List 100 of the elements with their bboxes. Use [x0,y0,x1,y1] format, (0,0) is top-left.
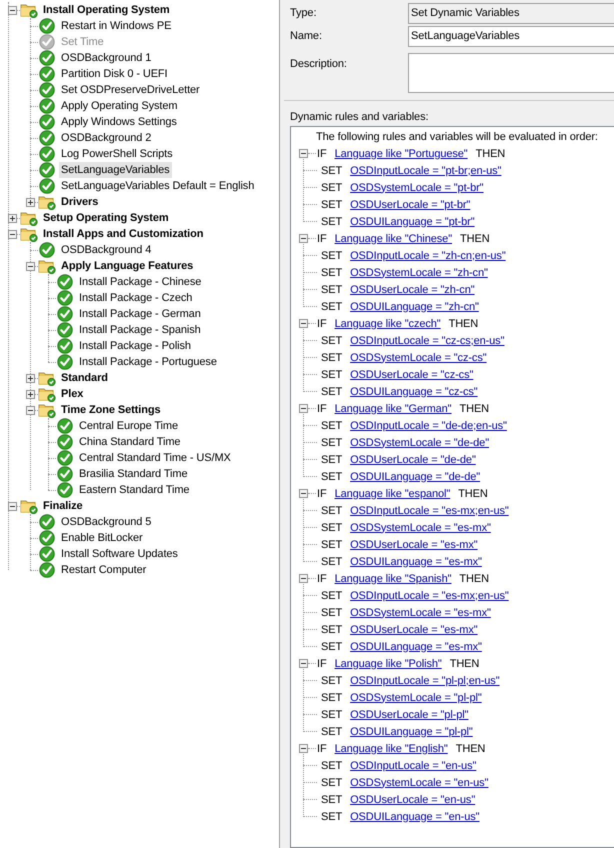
collapse-toggle-icon[interactable] [26,262,34,270]
group-label[interactable]: Drivers [59,194,100,210]
variable-link[interactable]: OSDUILanguage = "de-de" [350,470,480,482]
variable-link[interactable]: OSDSystemLocale = "de-de" [350,436,489,448]
condition-link[interactable]: Language like "Chinese" [334,232,452,244]
variable-link[interactable]: OSDUserLocale = "pt-br" [350,198,470,210]
collapse-toggle-icon[interactable] [299,659,308,668]
variable-link[interactable]: OSDUILanguage = "es-mx" [350,556,482,568]
condition-link[interactable]: Language like "English" [334,742,448,754]
group-label[interactable]: Time Zone Settings [59,402,162,418]
variable-link[interactable]: OSDUserLocale = "en-us" [350,794,476,806]
variable-link[interactable]: OSDSystemLocale = "pt-br" [350,182,484,194]
folder-check-icon [38,370,56,386]
expand-toggle-icon[interactable] [26,390,34,398]
set-keyword: SET [321,810,342,822]
variable-link[interactable]: OSDSystemLocale = "es-mx" [350,522,491,534]
step-label[interactable]: Apply Operating System [59,98,180,114]
variable-link[interactable]: OSDInputLocale = "pt-br;en-us" [350,164,502,176]
step-label[interactable]: OSDBackground 5 [59,514,154,530]
set-keyword: SET [321,692,342,704]
step-label[interactable]: Install Package - German [77,306,203,322]
set-keyword: SET [321,182,342,194]
expand-toggle-icon[interactable] [26,198,34,206]
variable-link[interactable]: OSDSystemLocale = "en-us" [350,776,488,788]
collapse-toggle-icon[interactable] [299,319,308,328]
step-label[interactable]: Install Package - Polish [77,338,193,354]
step-label[interactable]: Log PowerShell Scripts [59,146,175,162]
step-label[interactable]: Set OSDPreserveDriveLetter [59,82,202,98]
variable-link[interactable]: OSDInputLocale = "en-us" [350,760,476,772]
step-label[interactable]: Install Package - Spanish [77,322,203,338]
step-label[interactable]: SetLanguageVariables [59,162,172,178]
variable-link[interactable]: OSDInputLocale = "es-mx;en-us" [350,504,509,516]
variable-link[interactable]: OSDInputLocale = "cz-cs;en-us" [350,334,504,346]
variable-link[interactable]: OSDInputLocale = "de-de;en-us" [350,420,507,432]
step-label[interactable]: Apply Windows Settings [59,114,179,130]
expand-toggle-icon[interactable] [8,214,16,222]
collapse-toggle-icon[interactable] [299,149,308,158]
variable-link[interactable]: OSDUILanguage = "pl-pl" [350,726,473,738]
collapse-toggle-icon[interactable] [8,230,16,238]
name-field[interactable]: SetLanguageVariables [408,26,614,47]
variable-link[interactable]: OSDUserLocale = "de-de" [350,454,476,466]
variable-link[interactable]: OSDSystemLocale = "es-mx" [350,606,491,618]
group-label[interactable]: Setup Operating System [41,210,171,226]
step-label[interactable]: OSDBackground 1 [59,50,154,66]
step-label[interactable]: Partition Disk 0 - UEFI [59,66,170,82]
variable-link[interactable]: OSDUserLocale = "cz-cs" [350,368,474,380]
collapse-toggle-icon[interactable] [299,744,308,753]
group-label[interactable]: Plex [59,386,86,402]
variable-link[interactable]: OSDInputLocale = "zh-cn;en-us" [350,250,506,262]
collapse-toggle-icon[interactable] [299,404,308,413]
step-label[interactable]: Install Software Updates [59,546,180,562]
collapse-toggle-icon[interactable] [26,406,34,414]
step-label[interactable]: China Standard Time [77,434,182,450]
variable-link[interactable]: OSDUILanguage = "cz-cs" [350,386,478,398]
variable-link[interactable]: OSDSystemLocale = "cz-cs" [350,352,487,364]
variable-link[interactable]: OSDUILanguage = "es-mx" [350,640,482,652]
step-label[interactable]: Central Standard Time - US/MX [77,450,233,466]
variable-link[interactable]: OSDUserLocale = "pl-pl" [350,708,468,720]
step-label[interactable]: Brasilia Standard Time [77,466,190,482]
variable-link[interactable]: OSDUserLocale = "zh-cn" [350,284,475,296]
variable-link[interactable]: OSDUserLocale = "es-mx" [350,624,478,636]
step-label[interactable]: Enable BitLocker [59,530,145,546]
condition-link[interactable]: Language like "German" [334,402,452,414]
condition-link[interactable]: Language like "Portuguese" [334,148,468,160]
group-label[interactable]: Install Apps and Customization [41,226,206,242]
step-label[interactable]: Install Package - Portuguese [77,354,219,370]
variable-link[interactable]: OSDUILanguage = "zh-cn" [350,300,479,312]
step-label[interactable]: Eastern Standard Time [77,482,192,498]
step-label[interactable]: Install Package - Czech [77,290,194,306]
condition-link[interactable]: Language like "espanol" [334,488,450,500]
variable-link[interactable]: OSDUserLocale = "es-mx" [350,538,478,550]
variable-link[interactable]: OSDInputLocale = "es-mx;en-us" [350,590,509,602]
expand-toggle-icon[interactable] [26,374,34,382]
variable-link[interactable]: OSDSystemLocale = "zh-cn" [350,266,488,278]
step-label[interactable]: SetLanguageVariables Default = English [59,178,256,194]
group-label[interactable]: Finalize [41,498,85,514]
step-label[interactable]: Install Package - Chinese [77,274,204,290]
condition-link[interactable]: Language like "Polish" [334,658,442,670]
collapse-toggle-icon[interactable] [299,489,308,498]
step-label[interactable]: Central Europe Time [77,418,180,434]
collapse-toggle-icon[interactable] [299,574,308,583]
step-label[interactable]: Restart in Windows PE [59,18,174,34]
step-label[interactable]: OSDBackground 2 [59,130,154,146]
variable-link[interactable]: OSDUILanguage = "pt-br" [350,216,475,228]
collapse-toggle-icon[interactable] [8,6,16,14]
collapse-toggle-icon[interactable] [8,502,16,510]
variable-link[interactable]: OSDInputLocale = "pl-pl;en-us" [350,674,500,686]
condition-link[interactable]: Language like "czech" [334,318,441,330]
step-label[interactable]: Restart Computer [59,562,148,578]
if-keyword: IF [317,488,327,500]
group-label[interactable]: Standard [59,370,110,386]
group-label[interactable]: Install Operating System [41,2,172,18]
variable-link[interactable]: OSDSystemLocale = "pl-pl" [350,692,482,704]
group-label[interactable]: Apply Language Features [59,258,196,274]
then-keyword: THEN [458,488,488,500]
description-field[interactable] [408,53,614,93]
variable-link[interactable]: OSDUILanguage = "en-us" [350,810,480,822]
collapse-toggle-icon[interactable] [299,234,308,243]
step-label[interactable]: OSDBackground 4 [59,242,154,258]
condition-link[interactable]: Language like "Spanish" [334,572,452,584]
